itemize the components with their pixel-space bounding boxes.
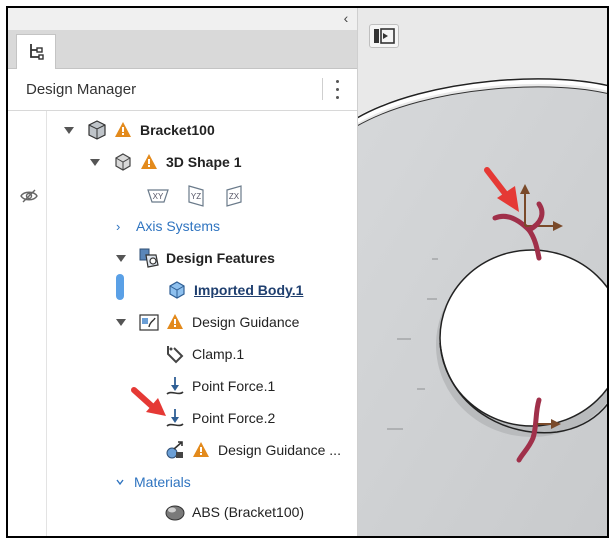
panel-header: Design Manager [8, 68, 357, 111]
tree-item-point-force-2[interactable]: Point Force.2 [164, 406, 275, 430]
tree-item-material-abs[interactable]: ABS (Bracket100) [164, 500, 304, 524]
collapse-panel-button[interactable]: ‹ [339, 10, 353, 26]
divider [322, 78, 323, 100]
expand-caret-icon[interactable]: › [116, 219, 126, 234]
expand-panel-button[interactable] [369, 24, 399, 48]
plane-xy-icon[interactable]: XY [145, 184, 171, 208]
plane-xy-label: XY [153, 192, 164, 201]
guidance-result-icon [164, 439, 186, 461]
panel-tab-strip [8, 30, 357, 69]
viewport-scene [357, 77, 607, 536]
plane-zx-icon[interactable]: ZX [221, 184, 247, 208]
plane-zx-label: ZX [229, 192, 240, 201]
design-features-icon [138, 247, 160, 269]
tree-item-label: Imported Body.1 [194, 282, 304, 298]
tree-item-design-features[interactable]: Design Features [116, 246, 275, 270]
design-manager-panel: ‹ Design Manager Bracket100 3D Shape 1 X… [8, 8, 358, 536]
collapse-caret-icon[interactable] [116, 318, 126, 326]
plane-yz-icon[interactable]: YZ [183, 184, 209, 208]
tree-item-label: 3D Shape 1 [166, 154, 242, 170]
collapse-caret-icon[interactable] [64, 126, 74, 134]
warning-icon [141, 154, 157, 169]
tree-item-materials[interactable]: Materials [116, 470, 191, 494]
drag-handle[interactable] [116, 274, 124, 300]
screenshot-frame: ‹ Design Manager Bracket100 3D Shape 1 X… [6, 6, 609, 538]
tree-item-label: Bracket100 [140, 122, 215, 138]
warning-icon [193, 442, 209, 457]
tree-item-label: ABS (Bracket100) [192, 504, 305, 520]
tree-item-label: Point Force.1 [192, 378, 276, 394]
chevron-down-icon[interactable] [116, 478, 124, 486]
plane-yz-label: YZ [191, 192, 201, 201]
collapse-caret-icon[interactable] [90, 158, 100, 166]
tree-item-bracket100[interactable]: Bracket100 [64, 118, 215, 142]
panel-title: Design Manager [26, 81, 137, 98]
tree-item-point-force-1[interactable]: Point Force.1 [164, 374, 275, 398]
tab-design-tree[interactable] [16, 34, 56, 69]
tree-item-label: Materials [134, 474, 191, 490]
tree-item-label: Design Guidance [192, 314, 300, 330]
tree-item-design-guidance-result[interactable]: Design Guidance ... [164, 438, 341, 462]
tree-item-label: Axis Systems [136, 218, 221, 234]
3d-viewport[interactable] [357, 8, 607, 536]
tree-item-label: Design Features [166, 250, 275, 266]
reference-planes: XY YZ ZX [145, 184, 247, 208]
warning-icon [115, 122, 131, 137]
shape-icon [112, 151, 134, 173]
panel-expand-icon [374, 28, 395, 44]
part-icon [86, 119, 108, 141]
annotation-arrow-tree [131, 387, 166, 416]
tree-item-label: Design Guidance ... [218, 442, 341, 458]
tree-structure-icon [30, 44, 44, 60]
visibility-gutter [8, 111, 47, 536]
collapse-caret-icon[interactable] [116, 254, 126, 262]
tree-item-label: Point Force.2 [192, 410, 276, 426]
tree-item-axis-systems[interactable]: › Axis Systems [116, 214, 220, 238]
tree-item-label: Clamp.1 [192, 346, 245, 362]
tree-item-3d-shape[interactable]: 3D Shape 1 [90, 150, 241, 174]
material-icon [164, 501, 186, 523]
kebab-menu-icon[interactable] [330, 77, 344, 101]
panel-top-bar: ‹ [8, 8, 357, 31]
body-icon [166, 279, 188, 301]
tree-item-design-guidance[interactable]: Design Guidance [116, 310, 299, 334]
warning-icon [167, 314, 183, 329]
tree-item-clamp[interactable]: Clamp.1 [164, 342, 244, 366]
design-guidance-icon [138, 311, 160, 333]
tree-item-imported-body[interactable]: Imported Body.1 [166, 278, 303, 302]
clamp-icon [164, 343, 186, 365]
hidden-eye-icon[interactable] [20, 189, 38, 203]
